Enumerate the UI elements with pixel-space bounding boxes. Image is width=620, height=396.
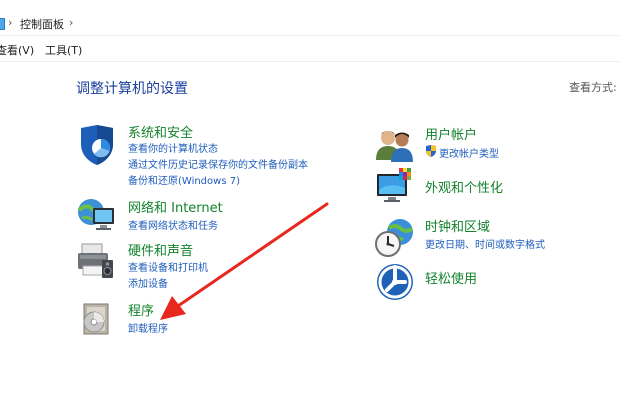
category-title-appearance[interactable]: 外观和个性化 bbox=[425, 177, 503, 196]
menu-tools[interactable]: 工具(T) bbox=[45, 42, 82, 58]
breadcrumb-separator[interactable]: › bbox=[8, 16, 12, 29]
link-uninstall-program[interactable]: 卸载程序 bbox=[128, 320, 168, 335]
category-title-programs[interactable]: 程序 bbox=[128, 300, 154, 319]
view-by-label: 查看方式: bbox=[569, 81, 617, 94]
monitor-colors-icon[interactable] bbox=[375, 166, 415, 208]
link-add-device[interactable]: 添加设备 bbox=[128, 275, 168, 290]
link-network-status[interactable]: 查看网络状态和任务 bbox=[128, 217, 218, 232]
control-panel-icon bbox=[0, 18, 5, 30]
category-title-hardware-sound[interactable]: 硬件和声音 bbox=[128, 240, 193, 259]
link-devices-printers[interactable]: 查看设备和打印机 bbox=[128, 259, 208, 274]
link-view-computer-status[interactable]: 查看你的计算机状态 bbox=[128, 140, 218, 155]
menu-bar: 查看(V) 工具(T) bbox=[0, 36, 620, 62]
programs-disc-icon[interactable] bbox=[78, 298, 118, 340]
printer-speaker-icon[interactable] bbox=[76, 240, 116, 282]
link-backup-restore[interactable]: 备份和还原(Windows 7) bbox=[128, 172, 240, 187]
link-change-account-type[interactable]: 更改帐户类型 bbox=[439, 145, 499, 160]
category-title-network-internet[interactable]: 网络和 Internet bbox=[128, 197, 223, 216]
breadcrumb-separator[interactable]: › bbox=[69, 16, 73, 29]
page-title: 调整计算机的设置 bbox=[76, 81, 188, 97]
breadcrumb-control-panel[interactable]: 控制面板 bbox=[20, 16, 64, 32]
link-change-date-time-format[interactable]: 更改日期、时间或数字格式 bbox=[425, 236, 545, 251]
category-title-user-accounts[interactable]: 用户帐户 bbox=[425, 124, 477, 143]
menu-view[interactable]: 查看(V) bbox=[0, 42, 34, 58]
shield-icon[interactable] bbox=[77, 124, 117, 166]
category-title-system-security[interactable]: 系统和安全 bbox=[128, 122, 193, 141]
link-file-history-backup[interactable]: 通过文件历史记录保存你的文件备份副本 bbox=[128, 156, 308, 171]
users-icon[interactable] bbox=[375, 124, 415, 166]
clock-globe-icon[interactable] bbox=[375, 216, 415, 258]
uac-shield-icon bbox=[426, 145, 436, 157]
ease-of-access-icon[interactable] bbox=[375, 261, 415, 303]
address-bar[interactable]: › 控制面板 › bbox=[0, 0, 620, 36]
network-globe-icon[interactable] bbox=[76, 194, 116, 236]
category-title-clock-region[interactable]: 时钟和区域 bbox=[425, 216, 490, 235]
category-title-ease-of-access[interactable]: 轻松使用 bbox=[425, 268, 477, 287]
